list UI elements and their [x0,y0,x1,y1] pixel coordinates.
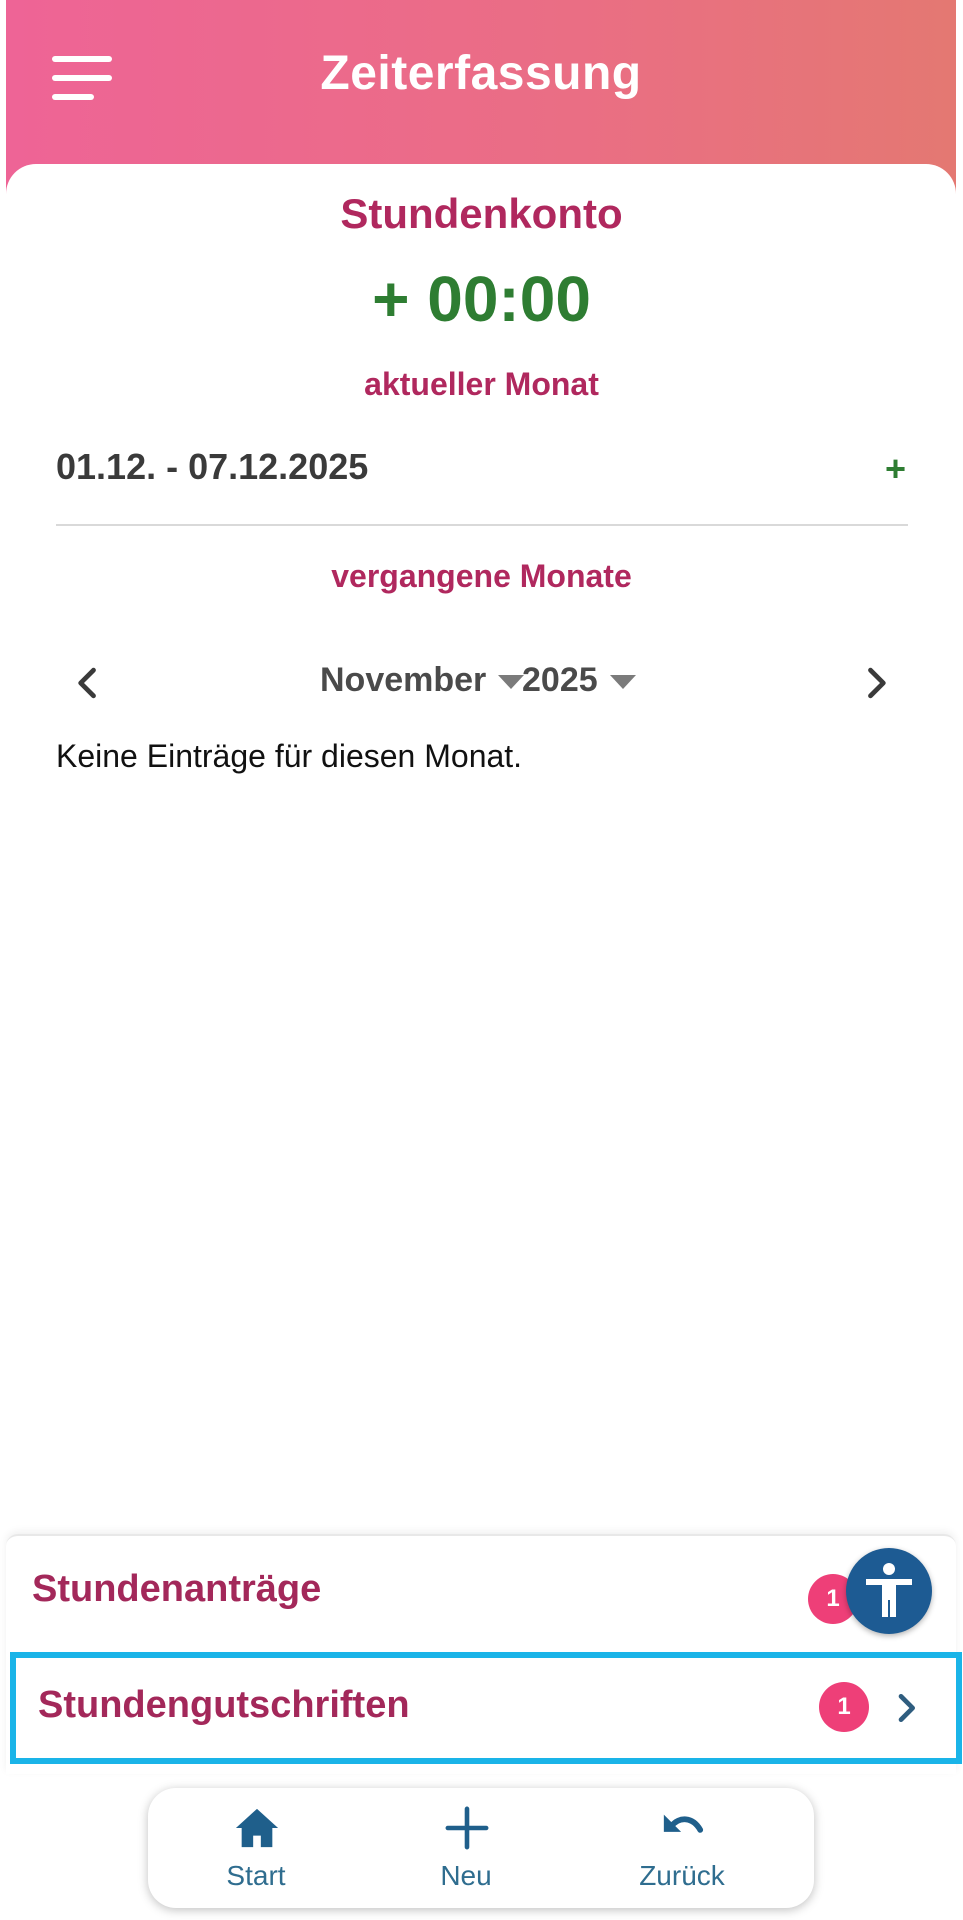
week-range-label: 01.12. - 07.12.2025 [56,446,369,487]
app-title: Zeiterfassung [320,47,642,100]
caret-down-icon [609,675,636,690]
tab-zurueck-label: Zurück [639,1860,725,1891]
year-select[interactable]: 2025 [522,661,636,700]
current-week-row[interactable]: 01.12. - 07.12.2025 + [56,446,908,526]
empty-month-message: Keine Einträge für diesen Monat. [56,738,523,774]
tab-start[interactable]: Start [166,1788,346,1908]
month-navigation: November 2025 [56,655,908,711]
accessibility-icon[interactable] [846,1548,932,1634]
count-badge: 1 [819,1682,869,1732]
plus-icon [445,1806,489,1850]
chevron-right-icon [898,1694,915,1722]
tab-neu[interactable]: Neu [376,1788,556,1908]
stundenantraege-label: Stundenanträge [32,1568,322,1610]
past-months-title: vergangene Monate [331,558,632,594]
month-select[interactable]: November [320,661,525,700]
stundenantraege-row[interactable]: Stundenanträge 1 [6,1536,956,1648]
year-select-value: 2025 [522,661,598,699]
chevron-left-icon[interactable] [66,661,110,705]
stundengutschriften-row[interactable]: Stundengutschriften 1 [10,1652,962,1764]
tab-start-label: Start [226,1860,286,1891]
tab-zurueck[interactable]: Zurück [592,1788,772,1908]
undo-icon [663,1814,704,1833]
bottom-panel: Stundenanträge 1 Stundengutschriften 1 [6,1534,962,1774]
expand-plus-icon[interactable]: + [885,448,906,490]
stundenkonto-value: + 00:00 [372,263,591,335]
stundenkonto-title: Stundenkonto [340,190,623,237]
month-select-value: November [320,661,487,699]
current-month-title: aktueller Monat [364,366,599,402]
home-icon [235,1808,279,1848]
caret-down-icon [498,675,525,690]
chevron-right-icon[interactable] [854,661,898,705]
stundengutschriften-label: Stundengutschriften [38,1684,410,1726]
bottom-tab-bar: Start Neu Zurück [148,1788,814,1908]
tab-neu-label: Neu [440,1860,492,1891]
